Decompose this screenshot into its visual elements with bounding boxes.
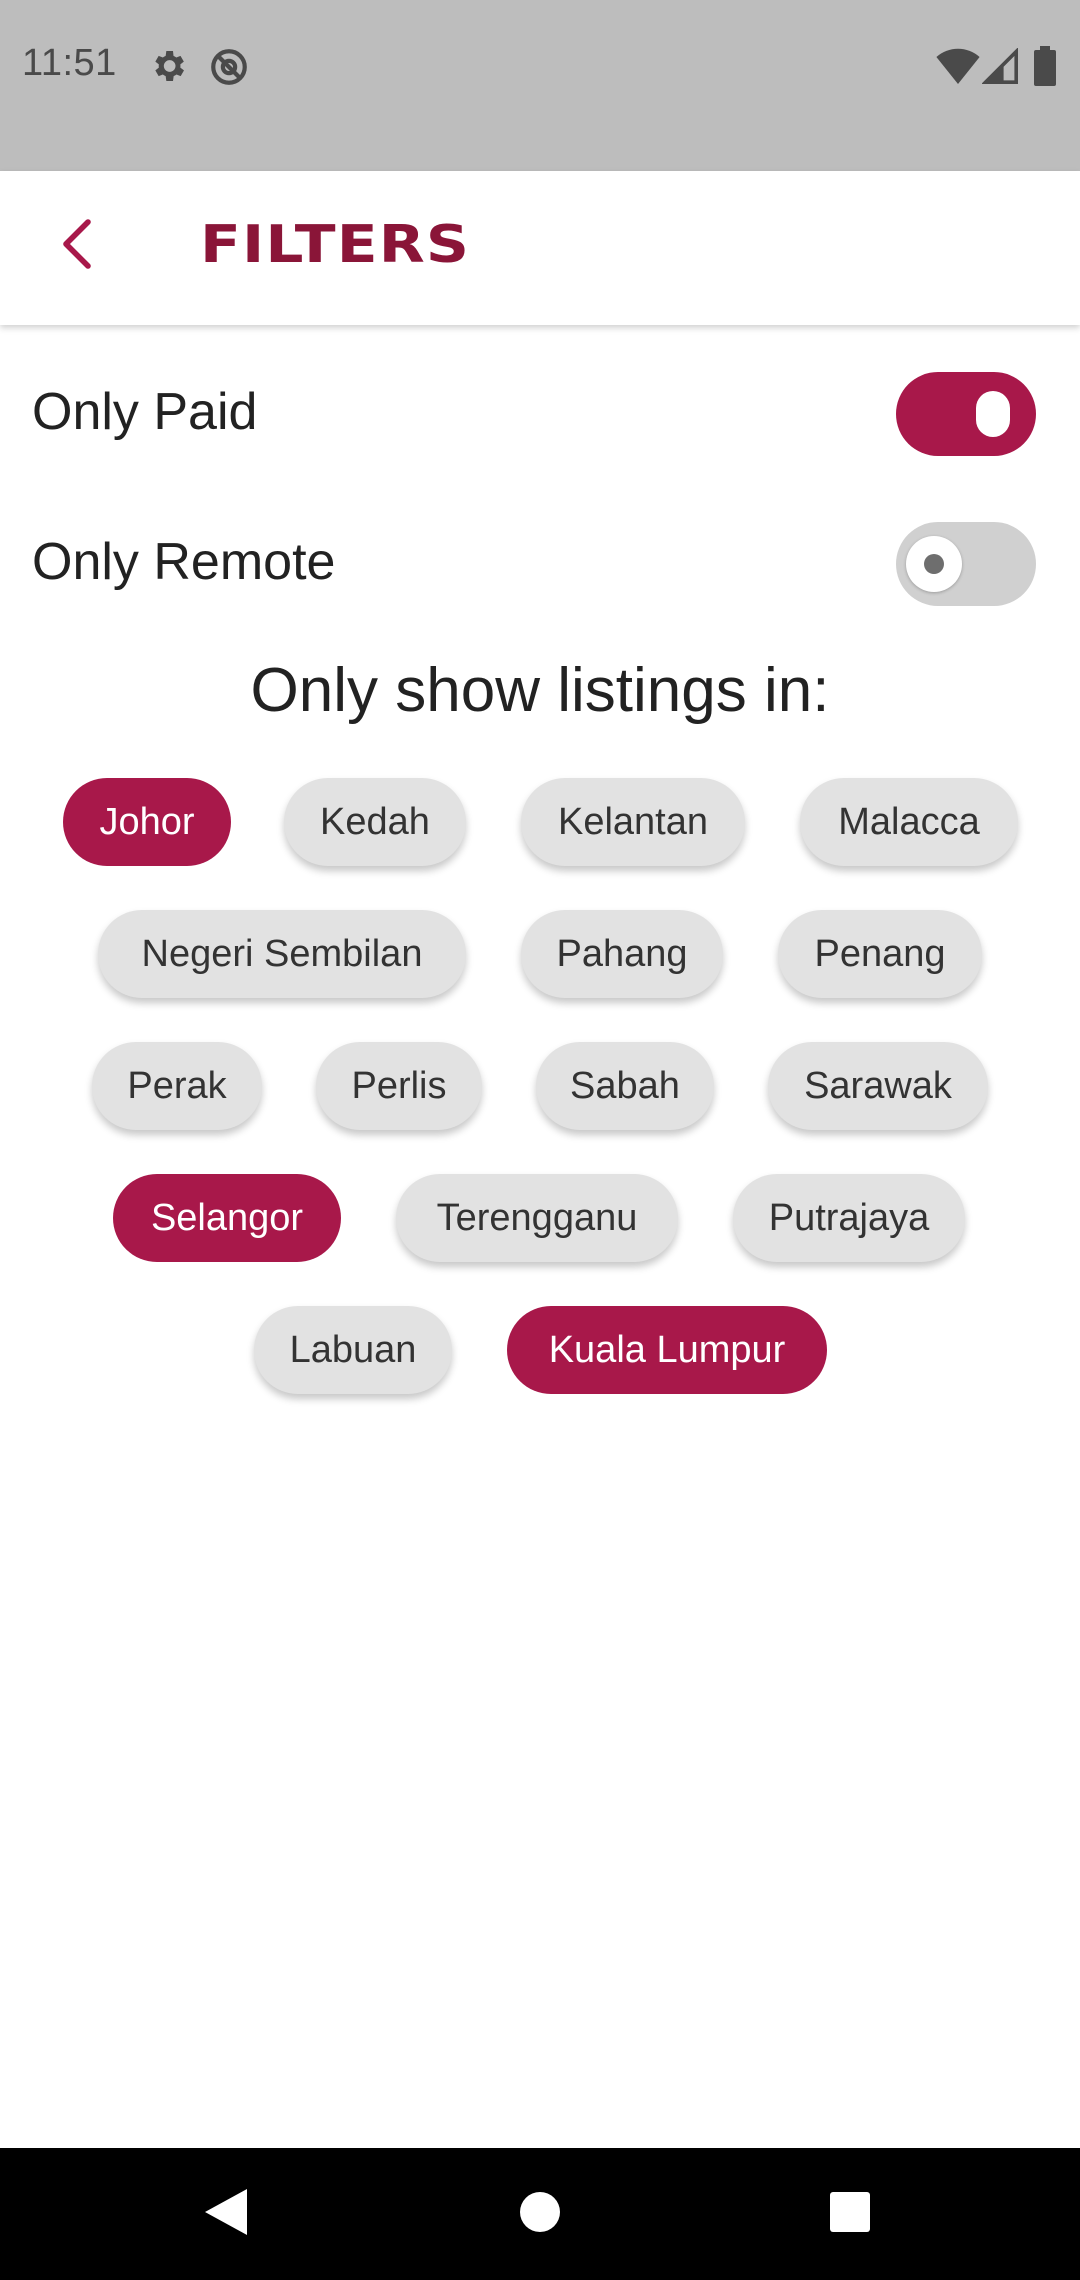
- chip-johor[interactable]: Johor: [63, 778, 231, 866]
- back-button[interactable]: [36, 206, 116, 286]
- chip-row: Perak Perlis Sabah Sarawak: [0, 1042, 1080, 1130]
- only-remote-switch[interactable]: [896, 522, 1036, 606]
- only-paid-label: Only Paid: [32, 383, 258, 441]
- battery-icon: [1034, 46, 1056, 91]
- only-remote-row: Only Remote: [0, 508, 1080, 618]
- nav-home-button[interactable]: [504, 2178, 576, 2250]
- chip-perlis[interactable]: Perlis: [316, 1042, 482, 1130]
- chip-kedah[interactable]: Kedah: [284, 778, 466, 866]
- gear-icon: [148, 46, 188, 91]
- chip-row: Selangor Terengganu Putrajaya: [0, 1174, 1080, 1262]
- app-bar: FILTERS: [0, 171, 1080, 325]
- chip-selangor[interactable]: Selangor: [113, 1174, 341, 1262]
- chip-sarawak[interactable]: Sarawak: [768, 1042, 988, 1130]
- section-title: Only show listings in:: [250, 656, 830, 725]
- chevron-left-icon: [58, 218, 94, 275]
- nav-back-button[interactable]: [190, 2178, 262, 2250]
- signal-icon: [981, 47, 1018, 89]
- chip-negeri-sembilan[interactable]: Negeri Sembilan: [98, 910, 466, 998]
- chip-row: Negeri Sembilan Pahang Penang: [0, 910, 1080, 998]
- status-bar: 11:51: [0, 0, 1080, 171]
- switch-knob: [906, 536, 962, 592]
- only-paid-switch[interactable]: [896, 372, 1036, 456]
- chip-labuan[interactable]: Labuan: [254, 1306, 452, 1394]
- navigation-bar: [0, 2148, 1080, 2280]
- page-title: FILTERS: [200, 215, 471, 275]
- chip-kuala-lumpur[interactable]: Kuala Lumpur: [507, 1306, 827, 1394]
- chip-row: Johor Kedah Kelantan Malacca: [0, 778, 1080, 866]
- chip-kelantan[interactable]: Kelantan: [521, 778, 745, 866]
- nav-home-icon: [519, 2191, 561, 2238]
- chip-malacca[interactable]: Malacca: [800, 778, 1018, 866]
- chip-pahang[interactable]: Pahang: [521, 910, 723, 998]
- switch-knob: [976, 391, 1010, 437]
- nav-back-icon: [203, 2187, 249, 2242]
- only-paid-row: Only Paid: [0, 358, 1080, 468]
- status-time: 11:51: [22, 42, 117, 84]
- only-remote-label: Only Remote: [32, 533, 336, 591]
- chip-terengganu[interactable]: Terengganu: [396, 1174, 678, 1262]
- chip-row: Labuan Kuala Lumpur: [0, 1306, 1080, 1394]
- chip-putrajaya[interactable]: Putrajaya: [733, 1174, 965, 1262]
- wifi-icon: [936, 48, 980, 89]
- chip-perak[interactable]: Perak: [92, 1042, 262, 1130]
- nav-recents-icon: [829, 2191, 871, 2238]
- chip-penang[interactable]: Penang: [778, 910, 982, 998]
- chip-sabah[interactable]: Sabah: [536, 1042, 714, 1130]
- at-sign-icon: [208, 46, 250, 93]
- nav-recents-button[interactable]: [814, 2178, 886, 2250]
